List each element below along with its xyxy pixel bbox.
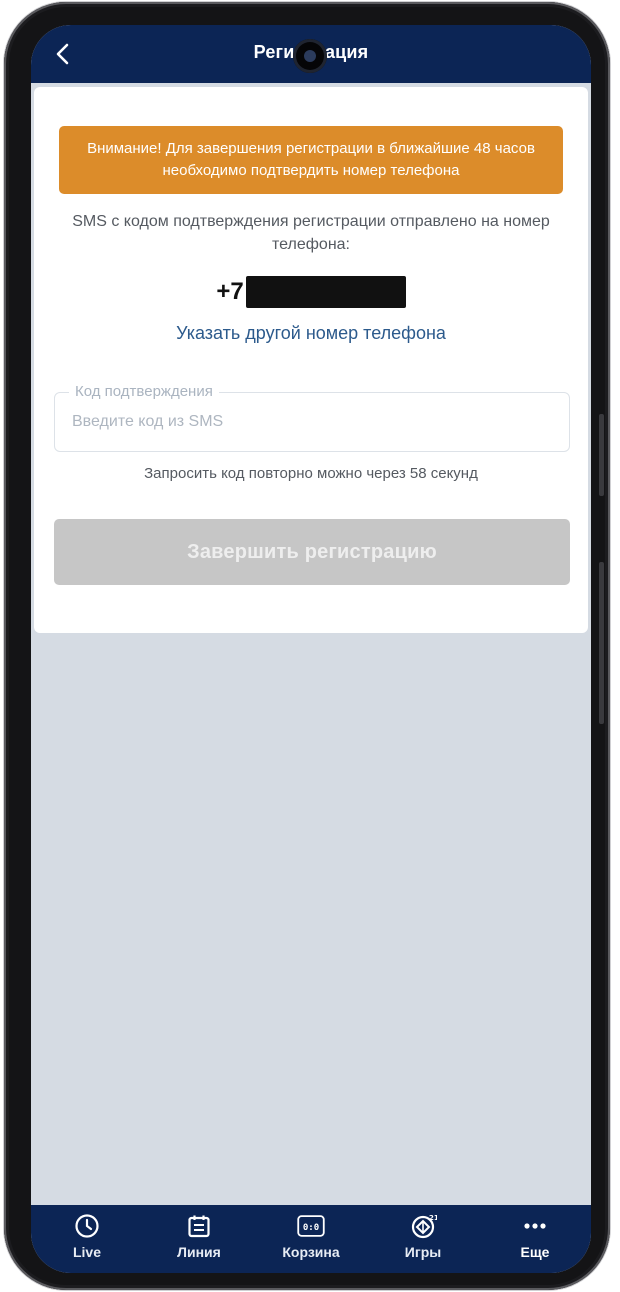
- nav-item-games[interactable]: 21 Игры: [383, 1212, 463, 1260]
- change-phone-link[interactable]: Указать другой номер телефона: [34, 323, 588, 344]
- resend-timer-text: Запросить код повторно можно через 58 се…: [144, 465, 478, 482]
- svg-text:0:0: 0:0: [303, 1223, 319, 1233]
- phone-frame: Регистрация Внимание! Для завершения рег…: [4, 2, 610, 1290]
- more-icon: [521, 1212, 549, 1240]
- phone-prefix: +7: [216, 278, 244, 305]
- power-button: [599, 562, 604, 724]
- confirmation-code-field: Код подтверждения: [54, 383, 570, 452]
- nav-label-line: Линия: [177, 1244, 221, 1260]
- calendar-icon: [185, 1212, 213, 1240]
- warning-banner: Внимание! Для завершения регистрации в б…: [59, 126, 563, 194]
- coupon-icon: 0:0: [297, 1212, 325, 1240]
- warning-text: Внимание! Для завершения регистрации в б…: [87, 140, 535, 179]
- front-camera: [293, 39, 327, 73]
- nav-label-live: Live: [72, 1244, 101, 1260]
- nav-item-line[interactable]: Линия: [159, 1212, 239, 1260]
- clock-icon: [73, 1212, 101, 1240]
- nav-label-games: Игры: [404, 1244, 442, 1260]
- nav-item-live[interactable]: Live: [47, 1212, 127, 1260]
- phone-number: +7: [34, 275, 588, 309]
- registration-card: Внимание! Для завершения регистрации в б…: [34, 87, 588, 633]
- nav-item-more[interactable]: Еще: [495, 1212, 575, 1260]
- complete-registration-button[interactable]: Завершить регистрацию: [54, 519, 570, 585]
- confirmation-code-label: Код подтверждения: [69, 383, 219, 400]
- games-icon: 21: [409, 1212, 437, 1240]
- screen: Регистрация Внимание! Для завершения рег…: [31, 25, 591, 1273]
- bottom-nav: Live Линия 0:0 Корзина 21 Игры Еще: [31, 1205, 591, 1273]
- nav-item-cart[interactable]: 0:0 Корзина: [271, 1212, 351, 1260]
- redacted-phone-digits: [245, 276, 406, 308]
- nav-label-more: Еще: [520, 1244, 550, 1260]
- app-header: Регистрация: [31, 25, 591, 83]
- confirmation-code-input[interactable]: [55, 393, 569, 451]
- nav-label-cart: Корзина: [282, 1244, 340, 1260]
- volume-button: [599, 414, 604, 496]
- svg-text:21: 21: [429, 1214, 437, 1222]
- sms-info-text: SMS с кодом подтверждения регистрации от…: [72, 213, 550, 253]
